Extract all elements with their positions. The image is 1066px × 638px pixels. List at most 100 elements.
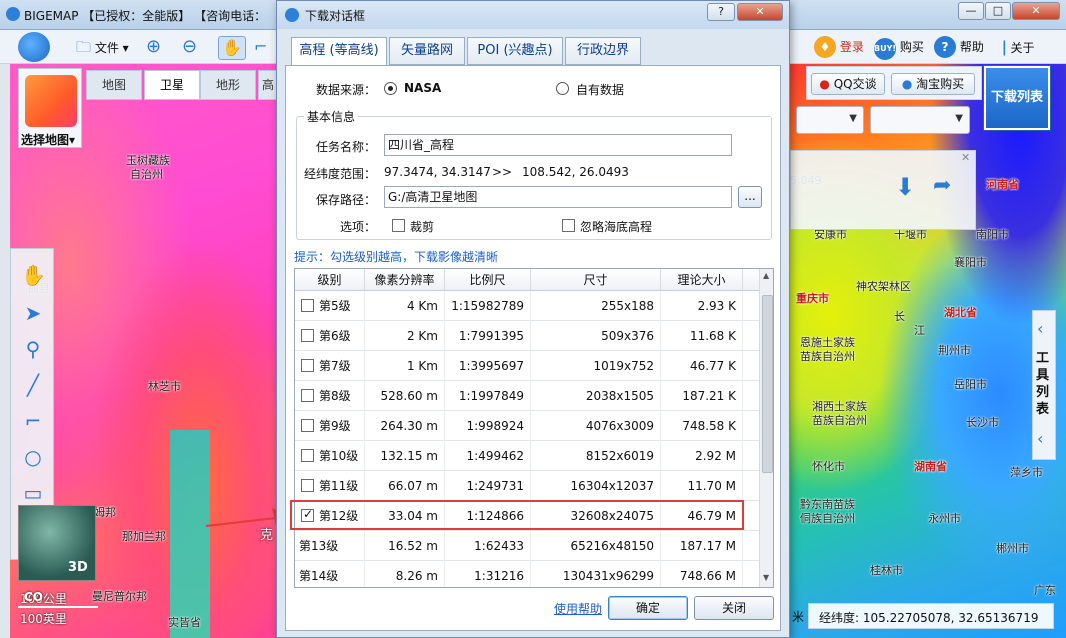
login-button[interactable]: ♦ 登录	[814, 36, 864, 58]
ignore-sea-checkbox[interactable]	[562, 219, 575, 232]
tab-vector-roads[interactable]: 矢量路网	[389, 37, 465, 65]
map-label: 重庆市	[796, 292, 829, 305]
map-label: 广东	[1034, 584, 1056, 597]
cell-size: 255x188	[531, 291, 661, 321]
zoom-in-icon[interactable]: ⊕	[146, 36, 161, 58]
scroll-up-icon[interactable]: ▲	[763, 271, 769, 280]
map-label: 长沙市	[966, 416, 999, 429]
help-button[interactable]: ? 帮助	[934, 36, 984, 58]
map-label: 苗族自治州	[800, 350, 855, 363]
table-row[interactable]: 第9级 264.30 m 1:998924 4076x3009 748.58 K	[295, 411, 759, 441]
tab-poi[interactable]: POI (兴趣点)	[467, 37, 563, 65]
dialog-title: 下载对话框	[305, 9, 366, 23]
download-panel: ⬇ ➦ ✕	[790, 150, 976, 230]
range-label: 经纬度范围：	[304, 167, 377, 181]
map-label: 桂林市	[870, 564, 903, 577]
zoom-out-icon[interactable]: ⊖	[182, 36, 197, 58]
panel-close-icon[interactable]: ✕	[961, 151, 970, 164]
hand-icon[interactable]: ✋	[21, 263, 46, 287]
cell-scale: 1:499462	[445, 441, 531, 471]
save-path-input[interactable]: G:/高清卫星地图	[384, 186, 732, 208]
crop-checkbox[interactable]	[392, 219, 405, 232]
minimize-button[interactable]: —	[958, 2, 984, 20]
globe-3d-label: 3D	[68, 560, 88, 575]
coordinate-bar: 经纬度: 105.22705078, 32.65136719	[808, 603, 1054, 629]
cell-size: 1019x752	[531, 351, 661, 381]
table-scrollbar[interactable]: ▲ ▼	[759, 269, 773, 587]
qq-icon: ●	[819, 77, 830, 91]
download-icon[interactable]: ⬇	[895, 173, 915, 201]
dialog-close-button[interactable]: ✕	[737, 3, 783, 21]
help-link[interactable]: 使用帮助	[554, 600, 602, 617]
login-icon: ♦	[814, 36, 836, 58]
map-tab-0[interactable]: 地图	[86, 70, 142, 100]
map-label: 湖北省	[944, 306, 977, 319]
table-row[interactable]: 第13级 16.52 m 1:62433 65216x48150 187.17 M	[295, 531, 759, 561]
cell-size: 509x376	[531, 321, 661, 351]
browse-button[interactable]: ...	[738, 186, 762, 208]
table-row[interactable]: 第6级 2 Km 1:7991395 509x376 11.68 K	[295, 321, 759, 351]
pan-hand-icon[interactable]: ✋	[218, 36, 246, 60]
polygon-icon[interactable]: ⌐	[21, 409, 45, 433]
range-arrow: >>	[492, 165, 513, 179]
table-row[interactable]: 第14级 8.26 m 1:31216 130431x96299 748.66 M	[295, 561, 759, 587]
qq-chat-button[interactable]: ● QQ交谈	[811, 73, 885, 95]
table-row[interactable]: 第7级 1 Km 1:3995697 1019x752 46.77 K	[295, 351, 759, 381]
cell-res: 528.60 m	[365, 381, 445, 411]
scroll-thumb[interactable]	[762, 295, 773, 473]
line-icon[interactable]: ╱	[21, 373, 45, 397]
map-label: 长	[894, 310, 905, 323]
chevron-left-icon[interactable]: ‹	[1037, 319, 1043, 338]
map-tab-1[interactable]: 卫星	[144, 70, 200, 100]
pointer-icon[interactable]: ➤	[21, 301, 45, 325]
map-tab-2[interactable]: 地形	[200, 70, 256, 100]
file-menu[interactable]: 🗀 文件 ▾	[76, 36, 129, 58]
cancel-button[interactable]: 关闭	[694, 596, 774, 620]
tab-admin-boundary[interactable]: 行政边界	[565, 37, 641, 65]
col-level[interactable]: 级别	[295, 269, 365, 291]
taobao-buy-button[interactable]: ● 淘宝购买	[891, 73, 975, 95]
scroll-down-icon[interactable]: ▼	[763, 573, 769, 582]
task-name-input[interactable]: 四川省_高程	[384, 134, 732, 156]
rectangle-icon[interactable]: ▭	[21, 481, 45, 505]
dialog-help-button[interactable]: ?	[707, 3, 735, 21]
col-theory-size[interactable]: 理论大小	[661, 269, 743, 291]
source-nasa-radio[interactable]	[384, 82, 397, 95]
share-icon[interactable]: ➦	[933, 173, 951, 198]
map-chooser-label: 选择地图	[21, 133, 70, 147]
col-scale[interactable]: 比例尺	[445, 269, 531, 291]
map-chooser[interactable]: 选择地图▾	[18, 68, 82, 148]
crop-label[interactable]: 裁剪	[410, 218, 434, 235]
close-button[interactable]: ✕	[1012, 2, 1060, 20]
source-own-radio[interactable]	[556, 82, 569, 95]
map-label: 神农架林区	[856, 280, 911, 293]
ignore-sea-label[interactable]: 忽略海底高程	[580, 218, 652, 235]
cell-theory: 748.58 K	[661, 411, 743, 441]
tab-elevation[interactable]: 高程 (等高线)	[291, 37, 387, 67]
table-row[interactable]: 第10级 132.15 m 1:499462 8152x6019 2.92 M	[295, 441, 759, 471]
buy-button[interactable]: BUY! 购买	[874, 36, 924, 60]
map-tab-3[interactable]: 高	[258, 70, 278, 100]
col-size[interactable]: 尺寸	[531, 269, 661, 291]
range-from: 97.3474, 34.3147	[384, 165, 491, 179]
table-row[interactable]: 第11级 66.07 m 1:249731 16304x12037 11.70 M	[295, 471, 759, 501]
source-nasa-label[interactable]: NASA	[404, 81, 441, 95]
chevron-left-icon-2[interactable]: ‹	[1037, 429, 1043, 448]
source-own-label[interactable]: 自有数据	[576, 81, 624, 98]
contact-panel: ● QQ交谈 ● 淘宝购买	[806, 66, 982, 100]
dropdown-2[interactable]: ▼	[870, 106, 970, 134]
circle-icon[interactable]: ○	[21, 445, 45, 469]
table-row[interactable]: 第8级 528.60 m 1:1997849 2038x1505 187.21 K	[295, 381, 759, 411]
buy-icon: BUY!	[874, 38, 896, 60]
marker-icon[interactable]: ⚲	[21, 337, 45, 361]
cell-scale: 1:7991395	[445, 321, 531, 351]
col-resolution[interactable]: 像素分辨率	[365, 269, 445, 291]
about-button[interactable]: ǀ 关于	[1002, 36, 1035, 58]
download-list-button[interactable]: 下载列表	[984, 66, 1050, 130]
confirm-button[interactable]: 确定	[608, 596, 688, 620]
map-elevation-band	[170, 430, 210, 638]
select-region-icon[interactable]: ⌐	[254, 36, 267, 58]
maximize-button[interactable]: □	[985, 2, 1011, 20]
dropdown-1[interactable]: ▼	[796, 106, 864, 134]
table-row[interactable]: 第5级 4 Km 1:15982789 255x188 2.93 K	[295, 291, 759, 321]
